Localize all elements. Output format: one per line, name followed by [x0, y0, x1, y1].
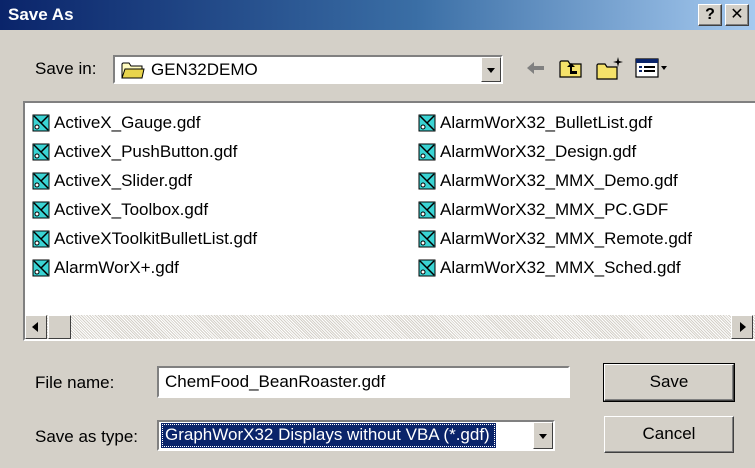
file-item[interactable]: AlarmWorX32_MMX_PC.GDF [417, 198, 668, 222]
save-button[interactable]: Save [603, 363, 735, 402]
view-menu-icon[interactable] [635, 56, 669, 80]
new-folder-icon[interactable] [595, 56, 625, 80]
save-in-folder-name: GEN32DEMO [151, 60, 258, 79]
file-item[interactable]: AlarmWorX32_MMX_Remote.gdf [417, 227, 692, 251]
up-folder-icon[interactable] [558, 56, 584, 80]
help-button[interactable]: ? [698, 4, 722, 26]
scroll-left-button[interactable] [25, 315, 47, 339]
window-title: Save As [8, 5, 74, 24]
save-as-type-combo[interactable]: GraphWorX32 Displays without VBA (*.gdf) [157, 420, 555, 451]
file-item[interactable]: ActiveX_PushButton.gdf [31, 140, 237, 164]
file-item[interactable]: ActiveX_Slider.gdf [31, 169, 192, 193]
save-as-type-value: GraphWorX32 Displays without VBA (*.gdf) [161, 423, 496, 448]
title-bar[interactable]: Save As ? ✕ [0, 0, 755, 30]
save-in-label: Save in: [35, 59, 97, 78]
gdf-file-icon [418, 259, 436, 277]
back-arrow-icon[interactable] [524, 56, 548, 80]
file-name-text: ActiveX_Toolbox.gdf [54, 200, 209, 219]
file-item[interactable]: AlarmWorX32_BulletList.gdf [417, 111, 652, 135]
gdf-file-icon [418, 143, 436, 161]
gdf-file-icon [418, 201, 436, 219]
gdf-file-icon [32, 259, 50, 277]
file-item[interactable]: AlarmWorX32_MMX_Sched.gdf [417, 256, 681, 280]
file-name-text: AlarmWorX32_MMX_Sched.gdf [440, 258, 681, 277]
gdf-file-icon [418, 230, 436, 248]
file-name-text: ActiveX_PushButton.gdf [54, 142, 238, 161]
file-name-text: AlarmWorX+.gdf [54, 258, 179, 277]
file-item[interactable]: AlarmWorX32_MMX_Demo.gdf [417, 169, 678, 193]
scroll-thumb[interactable] [48, 315, 71, 339]
file-name-text: AlarmWorX32_MMX_PC.GDF [440, 200, 669, 219]
cancel-button[interactable]: Cancel [604, 416, 734, 453]
gdf-file-icon [32, 201, 50, 219]
gdf-file-icon [32, 143, 50, 161]
close-button[interactable]: ✕ [725, 4, 749, 26]
file-item[interactable]: AlarmWorX+.gdf [31, 256, 179, 280]
scroll-right-button[interactable] [731, 315, 753, 339]
save-in-combo[interactable]: GEN32DEMO [113, 55, 503, 84]
save-as-type-dropdown-arrow[interactable] [533, 422, 553, 449]
gdf-file-icon [32, 230, 50, 248]
file-item[interactable]: ActiveXToolkitBulletList.gdf [31, 227, 257, 251]
file-name-text: ActiveXToolkitBulletList.gdf [54, 229, 258, 248]
file-name-text: ActiveX_Gauge.gdf [54, 113, 201, 132]
gdf-file-icon [32, 114, 50, 132]
file-name-text: AlarmWorX32_MMX_Remote.gdf [440, 229, 692, 248]
save-in-dropdown-arrow[interactable] [481, 57, 501, 82]
save-as-type-label: Save as type: [35, 427, 139, 446]
file-list[interactable]: ActiveX_Gauge.gdf ActiveX_PushButton.gdf… [23, 101, 755, 341]
file-name-input[interactable]: ChemFood_BeanRoaster.gdf [157, 366, 570, 398]
gdf-file-icon [418, 114, 436, 132]
file-name-text: AlarmWorX32_BulletList.gdf [440, 113, 653, 132]
gdf-file-icon [32, 172, 50, 190]
save-as-dialog: Save As ? ✕ Save in: GEN32DEMO ActiveX_G… [0, 0, 755, 468]
file-name-label: File name: [35, 373, 115, 392]
file-name-text: AlarmWorX32_Design.gdf [440, 142, 637, 161]
folder-icon [121, 60, 145, 85]
file-item[interactable]: ActiveX_Toolbox.gdf [31, 198, 208, 222]
horizontal-scrollbar[interactable] [25, 315, 755, 339]
gdf-file-icon [418, 172, 436, 190]
file-name-text: ActiveX_Slider.gdf [54, 171, 192, 190]
file-item[interactable]: AlarmWorX32_Design.gdf [417, 140, 636, 164]
file-item[interactable]: ActiveX_Gauge.gdf [31, 111, 200, 135]
file-name-text: AlarmWorX32_MMX_Demo.gdf [440, 171, 678, 190]
